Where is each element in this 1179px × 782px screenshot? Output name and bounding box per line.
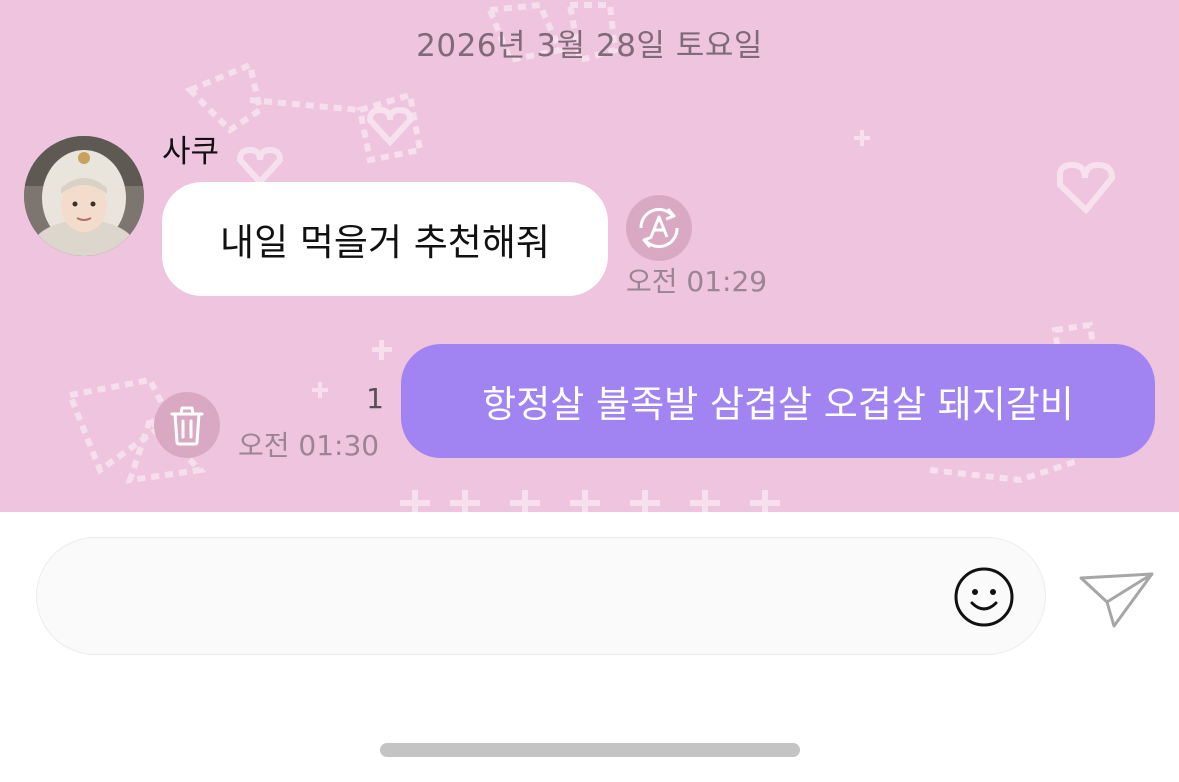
message-input[interactable]	[67, 568, 931, 626]
emoji-button[interactable]	[953, 566, 1015, 628]
outgoing-message-text: 항정살 불족발 삼겹살 오겹살 돼지갈비	[482, 383, 1074, 426]
delete-button[interactable]	[154, 392, 220, 458]
send-button[interactable]	[1076, 566, 1156, 630]
translate-button[interactable]	[626, 195, 692, 261]
chat-area[interactable]: 2026년 3월 28일 토요일 사쿠 내일 먹을거 추천해줘 오전 01:29	[0, 0, 1179, 512]
unread-count: 1	[366, 382, 384, 415]
smiley-icon	[954, 567, 1014, 627]
incoming-message-text: 내일 먹을거 추천해줘	[220, 221, 550, 264]
profile-photo	[24, 136, 144, 256]
trash-icon	[170, 406, 204, 446]
message-input-bar[interactable]	[36, 537, 1046, 655]
outgoing-message-bubble[interactable]: 항정살 불족발 삼겹살 오겹살 돼지갈비	[401, 344, 1155, 458]
home-indicator	[380, 743, 800, 757]
translate-icon	[639, 207, 679, 249]
outgoing-message-time: 오전 01:30	[238, 429, 380, 462]
paper-plane-icon	[1079, 572, 1154, 628]
incoming-message-bubble[interactable]: 내일 먹을거 추천해줘	[162, 182, 608, 296]
incoming-message-time: 오전 01:29	[626, 265, 768, 298]
sender-name: 사쿠	[162, 134, 220, 170]
avatar[interactable]	[24, 136, 144, 256]
date-divider: 2026년 3월 28일 토요일	[416, 28, 763, 64]
